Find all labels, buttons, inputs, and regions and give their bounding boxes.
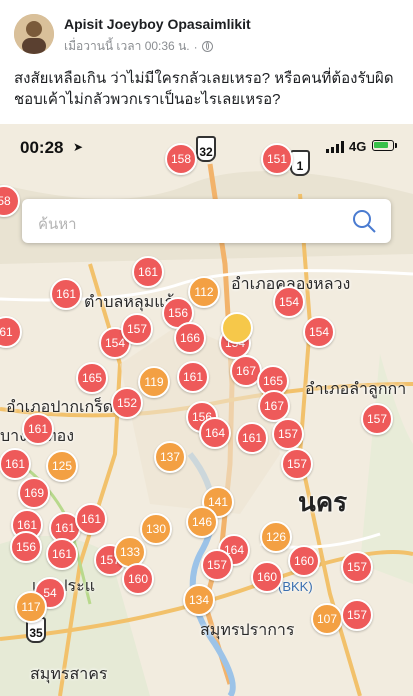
aqi-marker[interactable]: 160 — [288, 545, 320, 577]
avatar[interactable] — [14, 14, 54, 54]
phone-time: 00:28 — [20, 138, 64, 157]
aqi-marker[interactable]: 137 — [154, 441, 186, 473]
aqi-marker[interactable]: 154 — [303, 316, 335, 348]
meta-separator: · — [193, 39, 198, 54]
aqi-marker[interactable]: 157 — [121, 313, 153, 345]
aqi-marker[interactable]: 157 — [281, 448, 313, 480]
road-shield-1: 1 — [290, 150, 310, 176]
aqi-marker[interactable]: 154 — [273, 286, 305, 318]
place-label: ตำบลหลุมแก้ — [84, 294, 175, 311]
aqi-marker[interactable]: 160 — [122, 563, 154, 595]
aqi-marker[interactable]: 157 — [201, 549, 233, 581]
aqi-marker[interactable]: 146 — [186, 506, 218, 538]
aqi-marker[interactable]: 169 — [18, 477, 50, 509]
search-bar[interactable]: ค้นหา — [22, 199, 391, 243]
battery-tip — [395, 143, 397, 148]
place-label: สมุทรปราการ — [200, 622, 295, 639]
aqi-marker[interactable]: 161 — [177, 361, 209, 393]
aqi-marker[interactable]: 157 — [341, 599, 373, 631]
post-text: สงสัยเหลือเกิน ว่าไม่มีใครกลัวเลยเหรอ? ห… — [14, 70, 394, 108]
aqi-marker[interactable]: 160 — [251, 561, 283, 593]
aqi-marker[interactable]: 164 — [199, 417, 231, 449]
aqi-marker[interactable]: 158 — [165, 143, 197, 175]
search-icon[interactable] — [351, 208, 377, 234]
aqi-marker[interactable]: 156 — [10, 531, 42, 563]
signal-icon — [326, 141, 344, 153]
aqi-marker[interactable]: 161 — [132, 256, 164, 288]
aqi-marker[interactable]: 157 — [361, 403, 393, 435]
author-name[interactable]: Apisit Joeyboy Opasaimlikit — [64, 16, 251, 32]
location-arrow-icon: ➤ — [73, 140, 84, 154]
aqi-marker[interactable]: 112 — [188, 276, 220, 308]
place-label: อำเภอลำลูกกา — [305, 381, 407, 398]
place-label-bangkok: นคร — [298, 487, 348, 517]
aqi-marker[interactable]: 161 — [46, 538, 78, 570]
aqi-marker[interactable]: 161 — [236, 422, 268, 454]
globe-icon[interactable] — [201, 41, 213, 52]
aqi-marker[interactable]: 166 — [174, 322, 206, 354]
post-meta: เมื่อวานนี้ เวลา 00:36 น. · — [64, 37, 213, 56]
aqi-marker[interactable]: 117 — [15, 591, 47, 623]
aqi-marker[interactable] — [221, 312, 253, 344]
aqi-marker[interactable]: 161 — [0, 448, 31, 480]
battery-icon — [372, 140, 394, 151]
aqi-marker[interactable]: 165 — [76, 362, 108, 394]
aqi-marker[interactable]: 161 — [50, 278, 82, 310]
network-type: 4G — [349, 139, 367, 154]
aqi-marker[interactable]: 157 — [341, 551, 373, 583]
aqi-marker[interactable]: 152 — [111, 387, 143, 419]
aqi-marker[interactable]: 119 — [138, 366, 170, 398]
post-header: Apisit Joeyboy Opasaimlikit เมื่อวานนี้ … — [0, 0, 413, 62]
place-label: อำเภอปากเกร็ด — [6, 399, 114, 416]
aqi-marker[interactable]: 130 — [140, 513, 172, 545]
post-time[interactable]: เมื่อวานนี้ เวลา 00:36 น. — [64, 37, 190, 56]
place-label: สมุทรสาคร — [30, 666, 108, 683]
aqi-marker[interactable]: 151 — [261, 143, 293, 175]
road-shield-32: 32 — [196, 136, 216, 162]
aqi-marker[interactable]: 107 — [311, 603, 343, 635]
aqi-marker[interactable]: 161 — [22, 413, 54, 445]
aqi-marker[interactable]: 134 — [183, 584, 215, 616]
aqi-marker[interactable]: 157 — [272, 418, 304, 450]
aqi-marker[interactable]: 161 — [75, 503, 107, 535]
place-label: (BKK) — [278, 579, 313, 594]
aqi-marker[interactable]: 126 — [260, 521, 292, 553]
search-input[interactable]: ค้นหา — [38, 212, 77, 236]
post-image[interactable]: 00:28 ➤ 4G ค้นหา 32 1 35 อำเภอคลองหลวง ต… — [0, 124, 413, 696]
aqi-marker[interactable]: 125 — [46, 450, 78, 482]
